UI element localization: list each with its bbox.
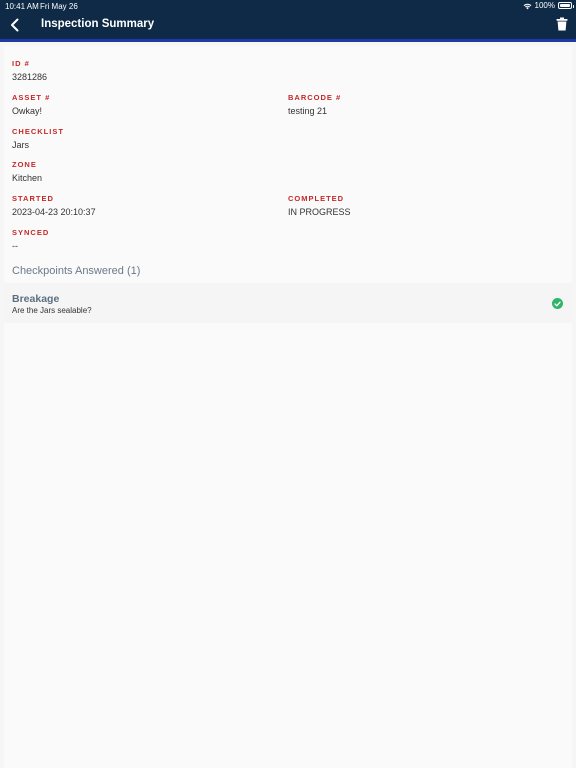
status-date: Fri May 26 [40,2,78,11]
wifi-icon [523,3,531,9]
field-value: Jars [12,140,30,150]
field-label: ID # [12,59,30,68]
field-value: -- [12,241,18,251]
field-synced: SYNCED -- [12,228,49,252]
inspection-details: ID # 3281286 ASSET # Owkay! BARCODE # te… [4,46,572,768]
checkpoint-title: Breakage [12,293,60,305]
checkpoint-item[interactable]: Breakage Are the Jars sealable? [4,283,572,323]
header-accent-line [0,39,576,42]
field-value: Owkay! [12,106,43,116]
field-checklist: CHECKLIST Jars [12,127,64,151]
delete-button[interactable] [556,17,568,31]
field-label: ZONE [12,160,37,169]
field-asset: ASSET # Owkay! [12,93,50,117]
back-button[interactable] [6,16,22,34]
field-label: STARTED [12,194,54,203]
field-value: Kitchen [12,173,43,183]
battery-icon [558,2,574,9]
field-label: COMPLETED [288,194,345,203]
checkpoints-heading: Checkpoints Answered (1) [12,265,141,277]
status-indicators: 100% [523,1,574,10]
field-label: BARCODE # [288,93,342,102]
trash-icon [556,17,568,31]
status-time: 10:41 AM [5,2,39,11]
check-circle-icon [552,298,563,309]
field-value: 2023-04-23 20:10:37 [12,207,96,217]
field-value: testing 21 [288,106,328,116]
checkpoint-question: Are the Jars sealable? [12,306,92,315]
field-label: ASSET # [12,93,51,102]
field-id: ID # 3281286 [12,59,47,83]
page-title: Inspection Summary [41,18,155,30]
battery-percent: 100% [534,1,555,10]
field-completed: COMPLETED IN PROGRESS [288,194,351,218]
field-value: IN PROGRESS [288,207,351,217]
field-barcode: BARCODE # testing 21 [288,93,341,117]
field-started: STARTED 2023-04-23 20:10:37 [12,194,96,218]
field-label: CHECKLIST [12,127,64,136]
field-value: 3281286 [12,72,48,82]
field-label: SYNCED [12,228,50,237]
chevron-left-icon [10,18,18,32]
field-zone: ZONE Kitchen [12,160,42,184]
top-bar: 10:41 AM Fri May 26 100% Inspection Summ… [0,0,576,42]
